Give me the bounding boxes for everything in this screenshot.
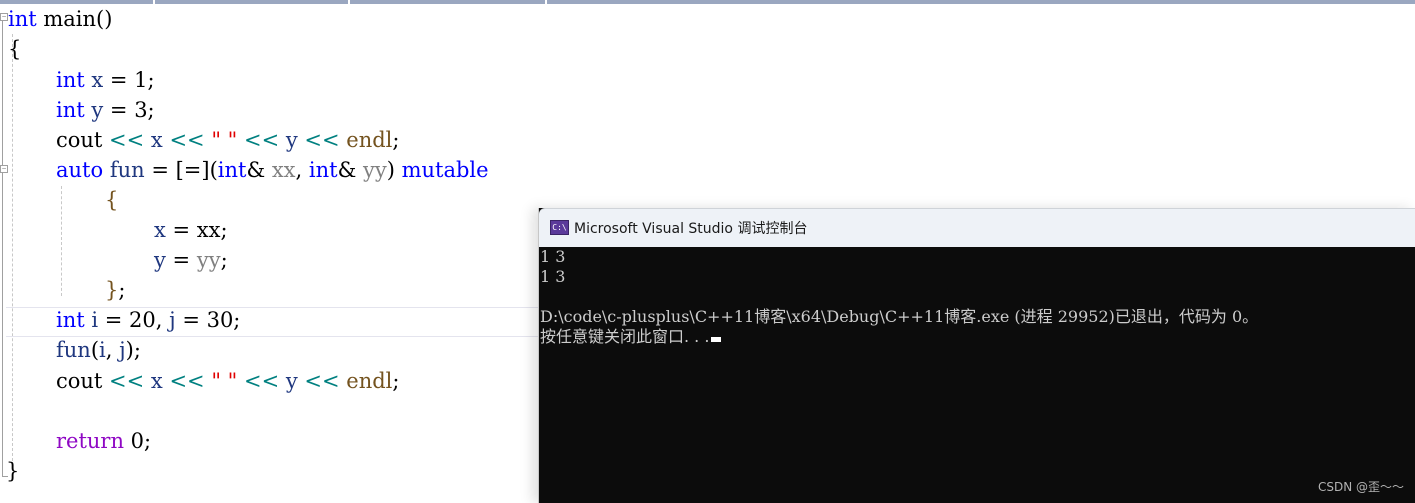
code-line[interactable]: y = yy; <box>154 245 228 275</box>
indent-guide <box>61 186 62 296</box>
console-title: Microsoft Visual Studio 调试控制台 <box>574 221 808 237</box>
console-line: 1 3 <box>540 267 566 286</box>
code-token: " " <box>211 128 238 152</box>
console-line: 1 3 <box>540 247 566 266</box>
outline-margin <box>2 18 3 476</box>
text-cursor <box>711 337 722 342</box>
code-line[interactable]: } <box>6 456 19 486</box>
code-line[interactable]: cout << x << " " << y << endl; <box>56 125 399 155</box>
console-title-bar[interactable]: C:\ Microsoft Visual Studio 调试控制台 <box>539 208 1415 247</box>
code-token: cout <box>56 128 103 152</box>
code-token: { <box>105 188 119 212</box>
code-line[interactable]: }; <box>105 275 125 305</box>
code-token: yy <box>196 248 221 272</box>
code-token: int <box>56 68 85 92</box>
code-token: = [=]( <box>144 158 218 182</box>
code-token: << <box>297 128 347 152</box>
code-token: x <box>154 218 166 242</box>
console-line: D:\code\c-plusplus\C++11博客\x64\Debug\C++… <box>540 307 1259 326</box>
code-token: ; <box>220 218 228 242</box>
code-token: y <box>91 98 104 122</box>
code-token: } <box>105 278 119 302</box>
code-line[interactable]: return 0; <box>56 426 151 456</box>
code-token: y <box>285 128 298 152</box>
code-token: int <box>8 7 37 31</box>
code-token: auto <box>56 158 104 182</box>
press-any-key-text: 按任意键关闭此窗口. . . <box>540 327 710 346</box>
code-token: = <box>165 218 197 242</box>
code-token: main() <box>36 7 113 31</box>
code-token: & <box>337 158 363 182</box>
code-line[interactable]: x = xx; <box>154 215 228 245</box>
console-line-prompt: 按任意键关闭此窗口. . . <box>540 327 722 347</box>
code-token: ; <box>392 128 400 152</box>
code-token: endl <box>346 128 393 152</box>
code-token: ) <box>386 158 402 182</box>
code-token: ; <box>392 369 400 393</box>
code-token: x <box>150 128 163 152</box>
code-line[interactable]: int y = 3; <box>56 95 155 125</box>
code-token: } <box>6 459 20 483</box>
code-token: int <box>217 158 247 182</box>
code-token: ( <box>90 338 100 362</box>
code-token: , <box>105 338 120 362</box>
code-line[interactable]: { <box>8 34 21 64</box>
code-token: mutable <box>401 158 489 182</box>
code-token: i <box>99 338 106 362</box>
code-token: , <box>295 158 309 182</box>
code-line[interactable]: { <box>105 185 118 215</box>
code-token: = 3; <box>103 98 155 122</box>
console-output: 1 3 1 3 D:\code\c-plusplus\C++11博客\x64\D… <box>539 246 1415 503</box>
code-token: << <box>297 369 347 393</box>
console-app-icon: C:\ <box>550 220 569 235</box>
code-token: fun <box>56 338 91 362</box>
code-token: return <box>56 429 124 453</box>
csdn-watermark: CSDN @歪～～ <box>1317 480 1404 494</box>
code-token: << <box>162 369 212 393</box>
code-token: endl <box>346 369 393 393</box>
code-line[interactable]: auto fun = [=](int& xx, int& yy) mutable <box>56 155 489 185</box>
code-token: y <box>285 369 298 393</box>
code-token: & <box>246 158 272 182</box>
code-token: << <box>237 128 286 152</box>
code-token: xx <box>271 158 296 182</box>
debug-console-window[interactable]: C:\ Microsoft Visual Studio 调试控制台 1 3 1 … <box>538 208 1415 503</box>
code-line[interactable]: cout << x << " " << y << endl; <box>56 366 399 396</box>
code-token: 0; <box>124 429 152 453</box>
code-line[interactable]: int x = 1; <box>56 65 155 95</box>
code-token: x <box>91 68 104 92</box>
code-token: cout <box>56 369 103 393</box>
code-token: << <box>162 128 212 152</box>
code-token: << <box>237 369 286 393</box>
code-line[interactable]: int main() <box>8 4 112 34</box>
code-token: fun <box>109 158 145 182</box>
code-token: ; <box>118 278 126 302</box>
code-token: ); <box>125 338 141 362</box>
code-token: int <box>308 158 338 182</box>
code-token: xx <box>196 218 221 242</box>
indent-guide <box>12 34 13 466</box>
code-token: " " <box>211 369 238 393</box>
code-line[interactable]: fun(i, j); <box>56 335 141 365</box>
code-line[interactable]: int i = 20, j = 30; <box>56 305 240 335</box>
code-token: int <box>56 98 85 122</box>
collapse-main-icon[interactable]: − <box>0 13 8 21</box>
code-token: ; <box>220 248 228 272</box>
code-token: = 20, <box>98 308 170 332</box>
code-token: << <box>102 369 151 393</box>
code-token: = <box>165 248 197 272</box>
code-token: = 30; <box>175 308 241 332</box>
code-token: = 1; <box>103 68 155 92</box>
code-token: { <box>8 37 22 61</box>
code-token: yy <box>362 158 387 182</box>
collapse-lambda-icon[interactable]: − <box>0 165 8 173</box>
code-token: << <box>102 128 151 152</box>
code-token: x <box>150 369 163 393</box>
code-token: int <box>56 308 85 332</box>
code-token: y <box>154 248 166 272</box>
